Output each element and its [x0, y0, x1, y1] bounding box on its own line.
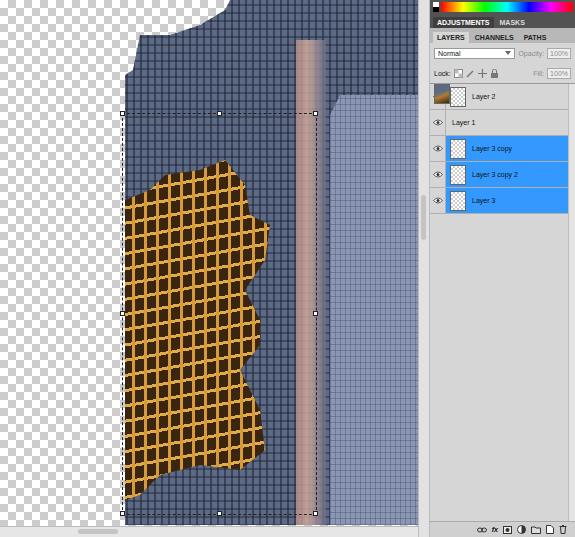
layer-thumbnail [434, 84, 450, 104]
eye-icon [433, 119, 443, 126]
layer-thumbnail [450, 165, 466, 185]
eye-icon [433, 171, 443, 178]
layer-row[interactable]: Layer 1 [430, 110, 568, 136]
scroll-thumb[interactable] [78, 529, 118, 534]
photoshop-window: ADJUSTMENTSMASKSLAYERSCHANNELSPATHSNorma… [0, 0, 575, 537]
canvas[interactable] [0, 0, 418, 526]
layer-name[interactable]: Layer 2 [472, 93, 495, 100]
layer-thumbnail [450, 87, 466, 107]
transform-handle[interactable] [217, 511, 222, 516]
panel-tab[interactable]: LAYERS [433, 32, 469, 43]
layer-name[interactable]: Layer 1 [452, 119, 475, 126]
vertical-scrollbar[interactable] [418, 0, 430, 537]
mask-icon[interactable] [503, 526, 512, 534]
opacity-label: Opacity: [518, 50, 544, 57]
visibility-toggle[interactable] [430, 110, 446, 135]
transform-handle[interactable] [313, 111, 318, 116]
lock-label: Lock: [434, 70, 451, 77]
folder-icon[interactable] [531, 526, 541, 534]
lock-row: Lock: Fill:100% [430, 63, 575, 83]
layer-row[interactable]: Layer 3 [430, 188, 568, 214]
horizontal-scrollbar[interactable] [0, 526, 418, 537]
layer-name[interactable]: Layer 3 [472, 197, 495, 204]
eye-icon [433, 145, 443, 152]
trash-icon[interactable] [559, 525, 567, 534]
layer-row[interactable]: Layer 2 [430, 84, 568, 110]
scroll-thumb[interactable] [421, 195, 426, 240]
blend-row: NormalOpacity:100% [430, 43, 575, 63]
dropdown-arrow-icon [505, 50, 511, 56]
lock-transparency-icon[interactable] [454, 69, 463, 78]
layer-row[interactable]: Layer 3 copy 2 [430, 162, 568, 188]
adjustments-tab-bar: ADJUSTMENTSMASKS [430, 14, 575, 28]
color-bar [430, 0, 575, 14]
layer-thumbnail [450, 191, 466, 211]
transform-handle[interactable] [313, 311, 318, 316]
link-icon[interactable] [477, 526, 487, 534]
side-building [330, 95, 418, 525]
layer-name[interactable]: Layer 3 copy [472, 145, 512, 152]
layer-row[interactable]: Layer 3 copy [430, 136, 568, 162]
transform-handle[interactable] [313, 511, 318, 516]
opacity-field[interactable]: 100% [547, 48, 571, 59]
visibility-toggle[interactable] [430, 162, 446, 187]
lock-position-icon[interactable] [478, 69, 487, 78]
transform-box[interactable] [122, 113, 317, 515]
fill-label: Fill: [533, 70, 544, 77]
panel-tab[interactable]: ADJUSTMENTS [433, 17, 494, 28]
new-layer-icon[interactable] [546, 525, 554, 534]
blend-mode-dropdown[interactable]: Normal [434, 48, 515, 59]
color-spectrum[interactable] [441, 2, 573, 12]
transform-handle[interactable] [120, 311, 125, 316]
visibility-toggle[interactable] [430, 188, 446, 213]
transform-handle[interactable] [217, 111, 222, 116]
panel-tab[interactable]: MASKS [496, 17, 529, 28]
transform-handle[interactable] [120, 111, 125, 116]
layers-panel: ADJUSTMENTSMASKSLAYERSCHANNELSPATHSNorma… [430, 0, 575, 537]
building-photo [0, 0, 418, 526]
transform-handle[interactable] [120, 511, 125, 516]
lock-all-icon[interactable] [490, 69, 499, 78]
fill-field[interactable]: 100% [547, 68, 571, 79]
adjustment-icon[interactable] [517, 525, 526, 534]
eye-icon [433, 197, 443, 204]
layer-name[interactable]: Layer 3 copy 2 [472, 171, 518, 178]
panel-tab[interactable]: CHANNELS [471, 32, 518, 43]
layer-thumbnail [450, 139, 466, 159]
fx-button[interactable]: fx [492, 526, 498, 533]
layers-tab-bar: LAYERSCHANNELSPATHS [430, 28, 575, 43]
visibility-toggle[interactable] [430, 136, 446, 161]
layers-footer: fx [430, 521, 575, 537]
lock-pixels-icon[interactable] [466, 69, 475, 78]
layers-scrollbar[interactable] [568, 84, 575, 521]
panel-tab[interactable]: PATHS [520, 32, 551, 43]
black-swatch[interactable] [433, 2, 439, 12]
layer-list: Layer 2 Layer 1 Layer 3 copy Layer 3 copy 2… [430, 83, 575, 521]
document-area [0, 0, 418, 537]
